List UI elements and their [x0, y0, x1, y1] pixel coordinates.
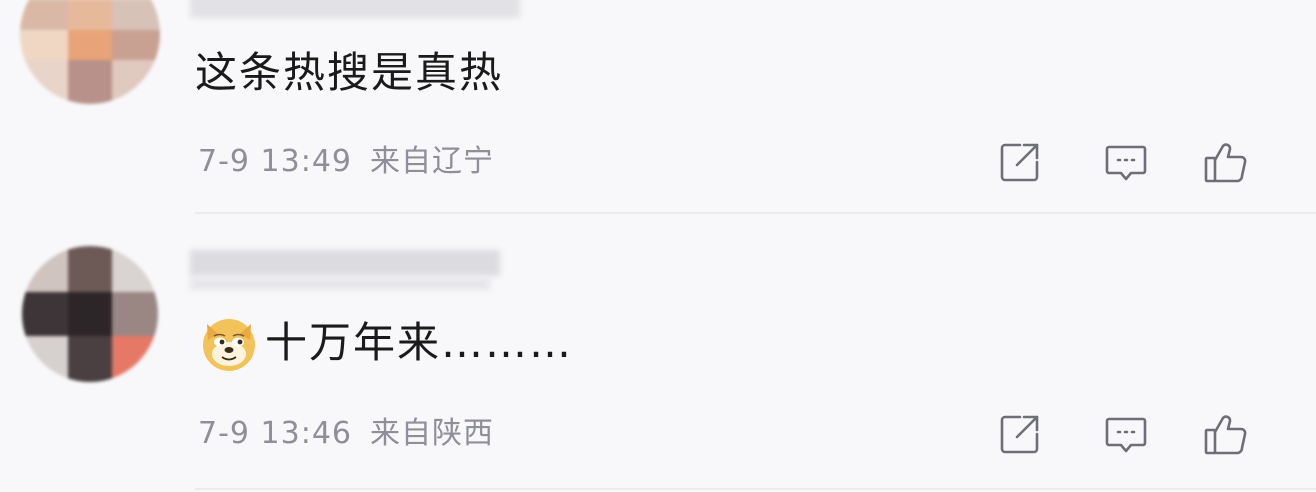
comment-item: 十万年来……… 7-9 13:46 来自陕西	[0, 216, 1316, 492]
comment-time: 7-9 13:49	[198, 144, 352, 179]
comment-meta: 7-9 13:49 来自辽宁	[198, 144, 494, 180]
comment-meta: 7-9 13:46 来自陕西	[198, 416, 494, 452]
reply-icon	[1105, 145, 1147, 181]
comment-text: 十万年来………	[265, 318, 574, 367]
divider	[195, 488, 1316, 490]
share-button[interactable]	[996, 138, 1044, 186]
like-button[interactable]	[1202, 138, 1250, 186]
user-tag-redacted	[190, 278, 490, 290]
avatar[interactable]	[22, 246, 158, 382]
reply-button[interactable]	[1102, 410, 1150, 458]
doge-emoji-icon	[203, 319, 255, 371]
like-icon	[1204, 415, 1247, 455]
comment-text: 这条热搜是真热	[195, 48, 504, 97]
share-button[interactable]	[996, 410, 1044, 458]
like-button[interactable]	[1202, 410, 1250, 458]
username-redacted[interactable]	[190, 250, 500, 276]
username-redacted[interactable]	[190, 0, 520, 18]
reply-button[interactable]	[1102, 138, 1150, 186]
comment-location: 来自陕西	[370, 416, 494, 451]
comment-location: 来自辽宁	[370, 144, 494, 179]
share-icon	[1000, 143, 1039, 182]
reply-icon	[1105, 417, 1147, 453]
comment-feed: 这条热搜是真热 7-9 13:49 来自辽宁 十万年来……… 7-9 13:46…	[0, 0, 1316, 492]
comment-time: 7-9 13:46	[198, 416, 352, 451]
divider	[195, 212, 1316, 214]
comment-item: 这条热搜是真热 7-9 13:49 来自辽宁	[0, 0, 1316, 214]
share-icon	[1000, 415, 1039, 454]
avatar[interactable]	[20, 0, 160, 104]
like-icon	[1204, 143, 1247, 183]
